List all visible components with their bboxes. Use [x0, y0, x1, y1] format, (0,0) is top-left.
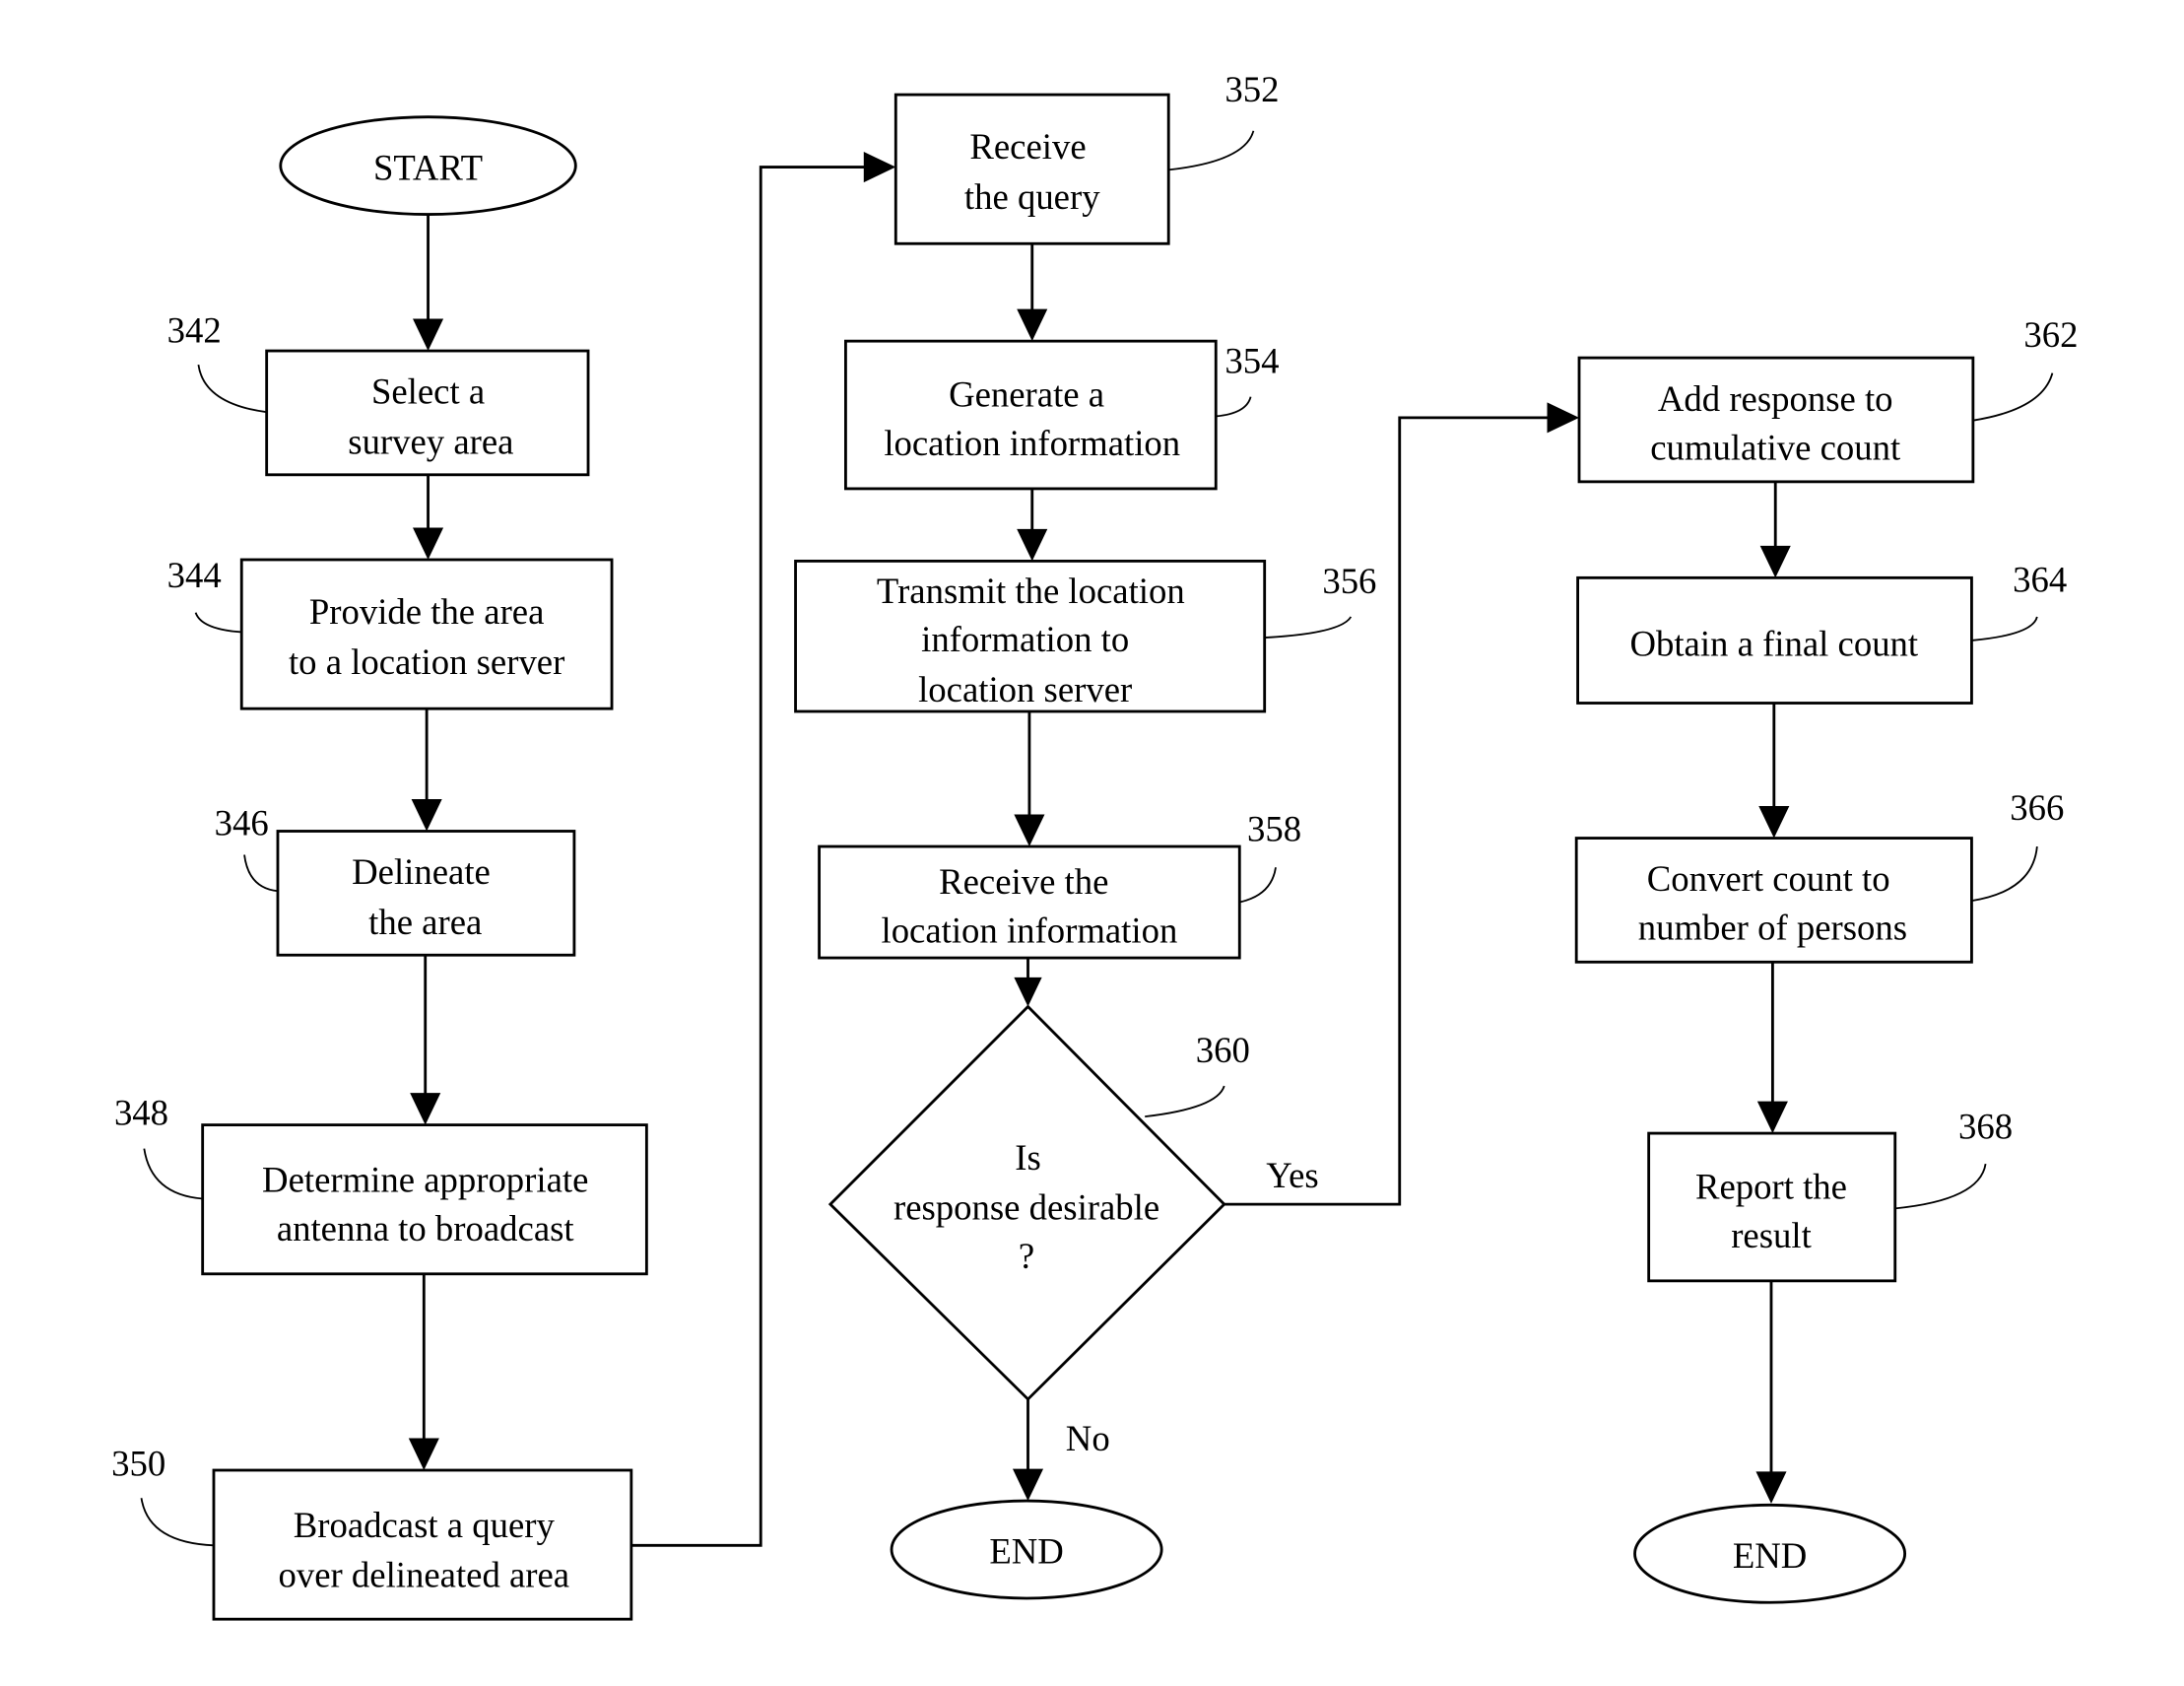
step-text-line: Delineate — [352, 851, 491, 892]
step-text-line: cumulative count — [1650, 427, 1900, 467]
step-text-line: result — [1731, 1215, 1812, 1255]
leader-line — [1168, 130, 1255, 171]
ref-numeral-342: 342 — [167, 310, 222, 351]
arrowhead-icon — [410, 1093, 441, 1125]
step-352-receive-query: Receive the query — [893, 93, 1170, 245]
leader-line — [143, 1148, 203, 1200]
arrowhead-icon — [1755, 1471, 1787, 1504]
step-text-line: Transmit the location — [877, 571, 1185, 611]
step-text-line: Obtain a final count — [1629, 623, 1918, 663]
arrowhead-icon — [1017, 308, 1048, 342]
ref-numeral-344: 344 — [167, 555, 222, 595]
step-text-line: the area — [368, 902, 482, 942]
ref-numeral-356: 356 — [1322, 561, 1376, 601]
arrowhead-icon — [1756, 1101, 1788, 1134]
step-344-provide-area: Provide the area to a location server — [239, 558, 614, 710]
step-text-line: Add response to — [1658, 378, 1893, 419]
step-362-add-response: Add response to cumulative count — [1577, 356, 1975, 484]
step-text-line: antenna to broadcast — [277, 1208, 574, 1248]
step-text-line: Determine appropriate — [262, 1159, 588, 1199]
decision-360-response-desirable: Is response desirable ? — [827, 1004, 1226, 1401]
leader-line — [243, 854, 279, 893]
leader-line — [194, 612, 242, 634]
ref-numeral-358: 358 — [1247, 808, 1301, 848]
end-terminal-no: END — [890, 1499, 1163, 1600]
ref-numeral-368: 368 — [1958, 1107, 2013, 1147]
arrowhead-icon — [1759, 545, 1791, 578]
step-text-line: information to — [921, 619, 1129, 659]
step-text-line: Receive — [969, 126, 1086, 167]
leader-line — [140, 1498, 215, 1547]
edge-label-no: No — [1066, 1418, 1110, 1458]
arrowhead-icon — [1012, 1468, 1044, 1502]
step-342-select-survey-area: Select a survey area — [265, 349, 590, 477]
step-text-line: Select a — [371, 371, 485, 412]
ref-numeral-362: 362 — [2023, 314, 2078, 355]
ref-numeral-354: 354 — [1224, 341, 1279, 381]
leader-line — [1971, 845, 2038, 903]
arrowhead-icon — [413, 318, 444, 352]
arrowhead-icon — [1017, 528, 1048, 562]
end-label: END — [1733, 1535, 1807, 1576]
ref-numeral-366: 366 — [2010, 787, 2064, 828]
step-368-report-result: Report the result — [1647, 1131, 1897, 1283]
step-354-generate-location: Generate a location information — [844, 339, 1218, 491]
step-text-line: to a location server — [289, 641, 564, 682]
edge-label-yes: Yes — [1266, 1155, 1318, 1195]
decision-text-line: response desirable — [893, 1187, 1159, 1228]
arrowhead-icon — [411, 798, 442, 832]
step-text-line: location server — [918, 669, 1132, 709]
step-348-determine-antenna: Determine appropriate antenna to broadca… — [201, 1123, 648, 1276]
ref-numeral-352: 352 — [1224, 69, 1279, 109]
end-label: END — [989, 1531, 1063, 1572]
step-text-line: the query — [964, 176, 1100, 217]
ref-numeral-364: 364 — [2013, 559, 2067, 599]
step-text-line: Report the — [1695, 1166, 1847, 1206]
arrowhead-icon — [413, 527, 444, 560]
step-text-line: Provide the area — [309, 591, 545, 632]
step-356-transmit-location: Transmit the location information to loc… — [794, 559, 1267, 713]
step-text-line: Broadcast a query — [294, 1505, 556, 1545]
ref-numeral-350: 350 — [111, 1444, 165, 1484]
leader-line — [1972, 372, 2054, 422]
step-text-line: survey area — [348, 422, 513, 462]
leader-line — [1216, 396, 1252, 418]
start-label: START — [373, 147, 483, 187]
arrowhead-icon — [1547, 402, 1580, 434]
leader-line — [197, 365, 267, 414]
step-text-line: over delineated area — [279, 1555, 570, 1595]
arrowhead-icon — [408, 1438, 439, 1471]
step-text-line: Receive the — [939, 861, 1108, 902]
decision-text-line: ? — [1019, 1236, 1034, 1276]
arrowhead-icon — [1014, 977, 1042, 1007]
step-350-broadcast-query: Broadcast a query over delineated area — [212, 1468, 633, 1621]
leader-line — [1239, 867, 1277, 904]
step-text-line: location information — [884, 423, 1180, 463]
leader-line — [1971, 616, 2038, 641]
arrowhead-icon — [1014, 814, 1045, 847]
decision-text-line: Is — [1015, 1137, 1041, 1178]
step-text-line: number of persons — [1638, 908, 1907, 948]
step-text-line: Convert count to — [1647, 858, 1890, 899]
ref-numeral-346: 346 — [215, 803, 269, 843]
step-346-delineate-area: Delineate the area — [276, 830, 576, 957]
leader-line — [1894, 1164, 1987, 1210]
step-text-line: location information — [882, 910, 1178, 951]
arrowhead-icon — [863, 152, 896, 183]
flowchart: Yes No START END END Select a survey are… — [111, 69, 2079, 1621]
step-358-receive-location: Receive the location information — [818, 844, 1241, 960]
leader-line — [1264, 616, 1353, 640]
end-terminal-final: END — [1633, 1503, 1907, 1604]
start-terminal: START — [279, 115, 577, 216]
step-366-convert-count: Convert count to number of persons — [1574, 837, 1973, 964]
leader-line — [1145, 1085, 1225, 1118]
step-364-obtain-final-count: Obtain a final count — [1576, 575, 1973, 705]
ref-numeral-348: 348 — [114, 1093, 168, 1133]
step-text-line: Generate a — [949, 374, 1104, 415]
arrowhead-icon — [1758, 806, 1790, 839]
ref-numeral-360: 360 — [1196, 1030, 1250, 1070]
